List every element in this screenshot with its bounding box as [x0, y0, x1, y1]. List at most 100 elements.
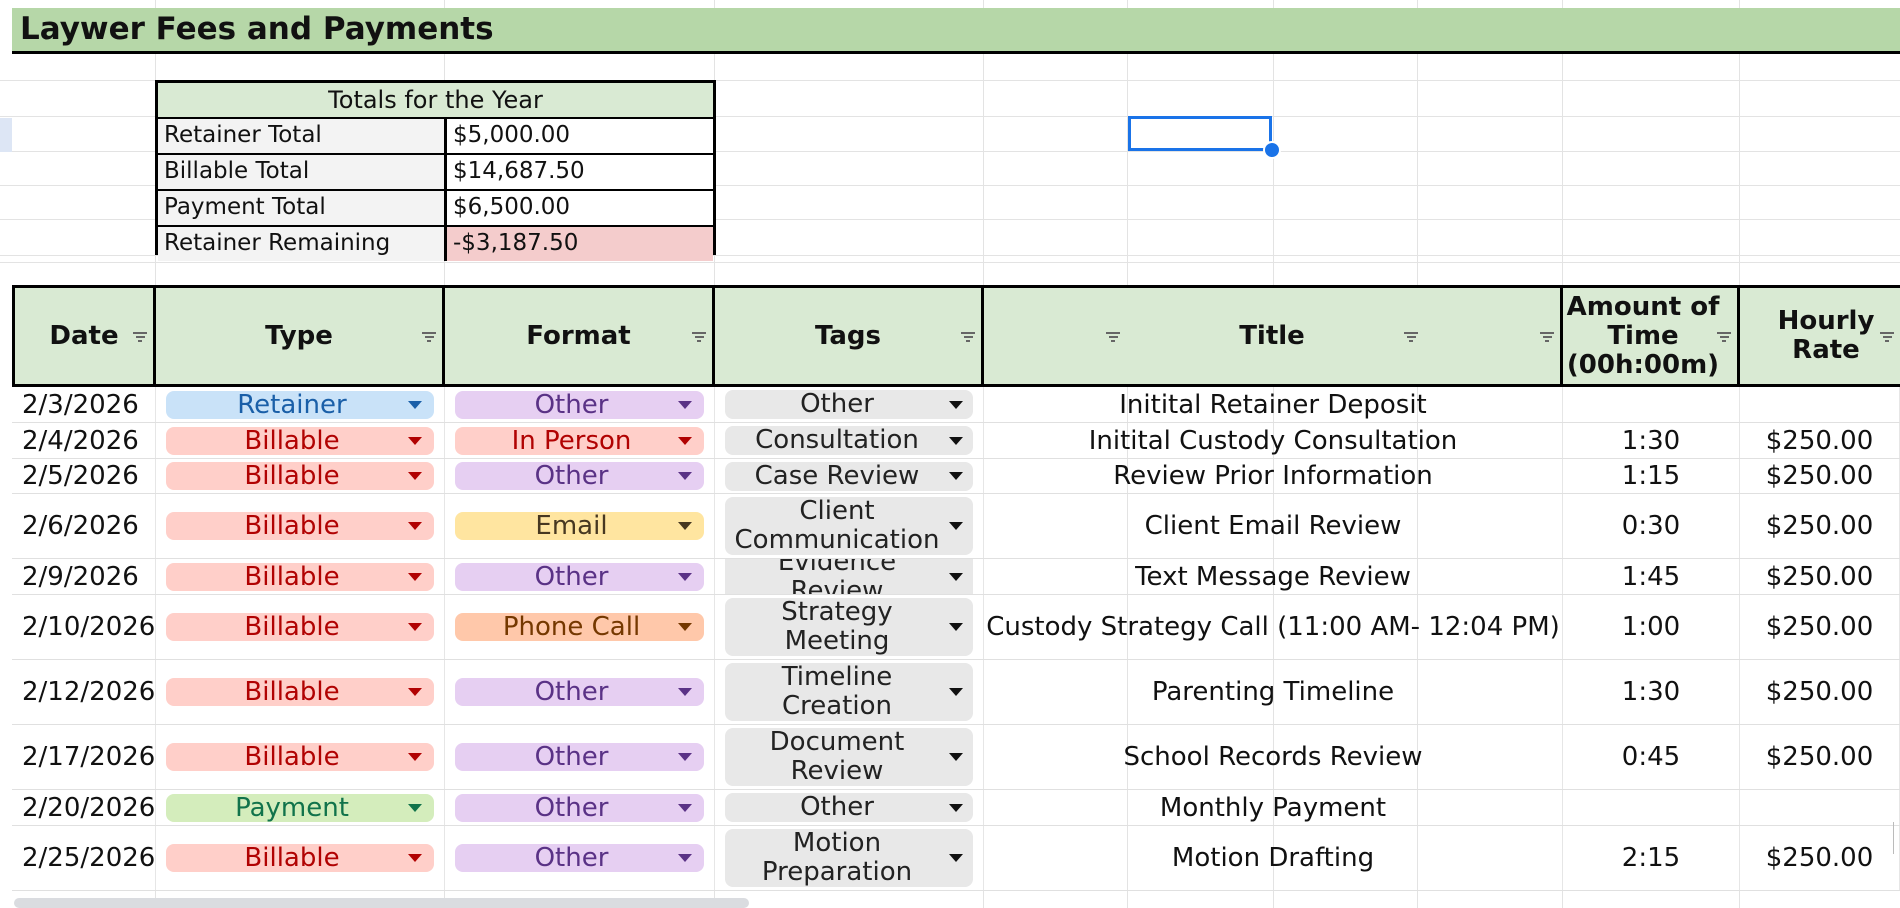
- date-cell[interactable]: 2/17/2026: [12, 725, 156, 789]
- format-cell[interactable]: In Person: [445, 423, 715, 458]
- title-cell[interactable]: Client Email Review: [984, 494, 1563, 558]
- format-dropdown-chip[interactable]: In Person: [455, 426, 704, 455]
- format-cell[interactable]: Other: [445, 387, 715, 422]
- tag-dropdown-chip[interactable]: Client Communication: [725, 497, 973, 555]
- selected-cell[interactable]: [1128, 116, 1272, 151]
- tag-dropdown-chip[interactable]: Timeline Creation: [725, 663, 973, 721]
- date-cell[interactable]: 2/20/2026: [12, 790, 156, 825]
- time-cell[interactable]: 1:30: [1563, 423, 1740, 458]
- type-cell[interactable]: Billable: [156, 459, 445, 493]
- dropdown-arrow-icon[interactable]: [678, 436, 692, 445]
- type-dropdown-chip[interactable]: Payment: [166, 793, 434, 822]
- type-dropdown-chip[interactable]: Billable: [166, 512, 434, 540]
- dropdown-arrow-icon[interactable]: [678, 753, 692, 761]
- format-cell[interactable]: Other: [445, 725, 715, 789]
- totals-label[interactable]: Billable Total: [158, 155, 447, 189]
- rate-cell[interactable]: $250.00: [1740, 494, 1900, 558]
- totals-header[interactable]: Totals for the Year: [158, 83, 713, 119]
- tags-cell[interactable]: Case Review: [715, 459, 984, 493]
- type-cell[interactable]: Billable: [156, 725, 445, 789]
- tag-dropdown-chip[interactable]: Consultation: [725, 426, 973, 455]
- format-dropdown-chip[interactable]: Email: [455, 512, 704, 540]
- totals-label[interactable]: Retainer Remaining: [158, 227, 447, 261]
- totals-label[interactable]: Retainer Total: [158, 119, 447, 153]
- scroll-arrow[interactable]: [1893, 822, 1900, 854]
- time-cell[interactable]: 2:15: [1563, 826, 1740, 890]
- tag-dropdown-chip[interactable]: Evidence Review: [725, 559, 973, 594]
- dropdown-arrow-icon[interactable]: [949, 854, 963, 862]
- dropdown-arrow-icon[interactable]: [949, 623, 963, 631]
- rate-cell[interactable]: $250.00: [1740, 826, 1900, 890]
- type-cell[interactable]: Billable: [156, 559, 445, 594]
- header-hourly-rate[interactable]: Hourly Rate: [1740, 288, 1900, 384]
- filter-icon[interactable]: [1404, 332, 1418, 342]
- filter-icon[interactable]: [1880, 332, 1894, 342]
- format-cell[interactable]: Phone Call: [445, 595, 715, 659]
- dropdown-arrow-icon[interactable]: [949, 572, 963, 581]
- format-dropdown-chip[interactable]: Other: [455, 562, 704, 591]
- filter-icon[interactable]: [692, 332, 706, 342]
- dropdown-arrow-icon[interactable]: [408, 436, 422, 445]
- format-cell[interactable]: Other: [445, 790, 715, 825]
- time-cell[interactable]: 1:45: [1563, 559, 1740, 594]
- tag-dropdown-chip[interactable]: Case Review: [725, 461, 973, 491]
- type-dropdown-chip[interactable]: Billable: [166, 844, 434, 872]
- tags-cell[interactable]: Document Review: [715, 725, 984, 789]
- tags-cell[interactable]: Other: [715, 387, 984, 422]
- time-cell[interactable]: 1:00: [1563, 595, 1740, 659]
- tags-cell[interactable]: Client Communication: [715, 494, 984, 558]
- rate-cell[interactable]: $250.00: [1740, 423, 1900, 458]
- dropdown-arrow-icon[interactable]: [408, 522, 422, 530]
- header-title[interactable]: Title: [984, 288, 1563, 384]
- type-cell[interactable]: Billable: [156, 494, 445, 558]
- dropdown-arrow-icon[interactable]: [949, 400, 963, 409]
- type-dropdown-chip[interactable]: Billable: [166, 678, 434, 706]
- tags-cell[interactable]: Consultation: [715, 423, 984, 458]
- dropdown-arrow-icon[interactable]: [949, 753, 963, 761]
- filter-icon[interactable]: [422, 332, 436, 342]
- type-dropdown-chip[interactable]: Billable: [166, 426, 434, 455]
- time-cell[interactable]: 0:30: [1563, 494, 1740, 558]
- title-cell[interactable]: Monthly Payment: [984, 790, 1563, 825]
- title-cell[interactable]: Initital Custody Consultation: [984, 423, 1563, 458]
- tag-dropdown-chip[interactable]: Strategy Meeting: [725, 598, 973, 656]
- time-cell[interactable]: 0:45: [1563, 725, 1740, 789]
- date-cell[interactable]: 2/9/2026: [12, 559, 156, 594]
- totals-value[interactable]: $5,000.00: [447, 119, 713, 153]
- tag-dropdown-chip[interactable]: Other: [725, 390, 973, 419]
- dropdown-arrow-icon[interactable]: [408, 400, 422, 409]
- rate-cell[interactable]: $250.00: [1740, 595, 1900, 659]
- title-cell[interactable]: Initital Retainer Deposit: [984, 387, 1563, 422]
- tag-dropdown-chip[interactable]: Other: [725, 793, 973, 822]
- title-cell[interactable]: School Records Review: [984, 725, 1563, 789]
- header-format[interactable]: Format: [445, 288, 715, 384]
- tags-cell[interactable]: Strategy Meeting: [715, 595, 984, 659]
- filter-icon[interactable]: [1717, 332, 1731, 342]
- sheet-title[interactable]: Laywer Fees and Payments: [12, 8, 1900, 54]
- type-cell[interactable]: Billable: [156, 660, 445, 724]
- date-cell[interactable]: 2/3/2026: [12, 387, 156, 422]
- type-dropdown-chip[interactable]: Billable: [166, 462, 434, 490]
- dropdown-arrow-icon[interactable]: [678, 572, 692, 581]
- title-cell[interactable]: Review Prior Information: [984, 459, 1563, 493]
- date-cell[interactable]: 2/6/2026: [12, 494, 156, 558]
- date-cell[interactable]: 2/12/2026: [12, 660, 156, 724]
- dropdown-arrow-icon[interactable]: [678, 472, 692, 480]
- format-dropdown-chip[interactable]: Other: [455, 793, 704, 822]
- format-dropdown-chip[interactable]: Other: [455, 844, 704, 872]
- type-cell[interactable]: Retainer: [156, 387, 445, 422]
- title-cell[interactable]: Custody Strategy Call (11:00 AM- 12:04 P…: [984, 595, 1563, 659]
- rate-cell[interactable]: $250.00: [1740, 725, 1900, 789]
- dropdown-arrow-icon[interactable]: [408, 688, 422, 696]
- tag-dropdown-chip[interactable]: Motion Preparation: [725, 829, 973, 887]
- totals-value[interactable]: -$3,187.50: [447, 227, 713, 261]
- filter-icon[interactable]: [133, 332, 147, 342]
- format-dropdown-chip[interactable]: Other: [455, 678, 704, 706]
- tags-cell[interactable]: Other: [715, 790, 984, 825]
- dropdown-arrow-icon[interactable]: [408, 472, 422, 480]
- format-cell[interactable]: Other: [445, 559, 715, 594]
- format-cell[interactable]: Other: [445, 459, 715, 493]
- type-cell[interactable]: Billable: [156, 423, 445, 458]
- tags-cell[interactable]: Motion Preparation: [715, 826, 984, 890]
- type-dropdown-chip[interactable]: Billable: [166, 613, 434, 641]
